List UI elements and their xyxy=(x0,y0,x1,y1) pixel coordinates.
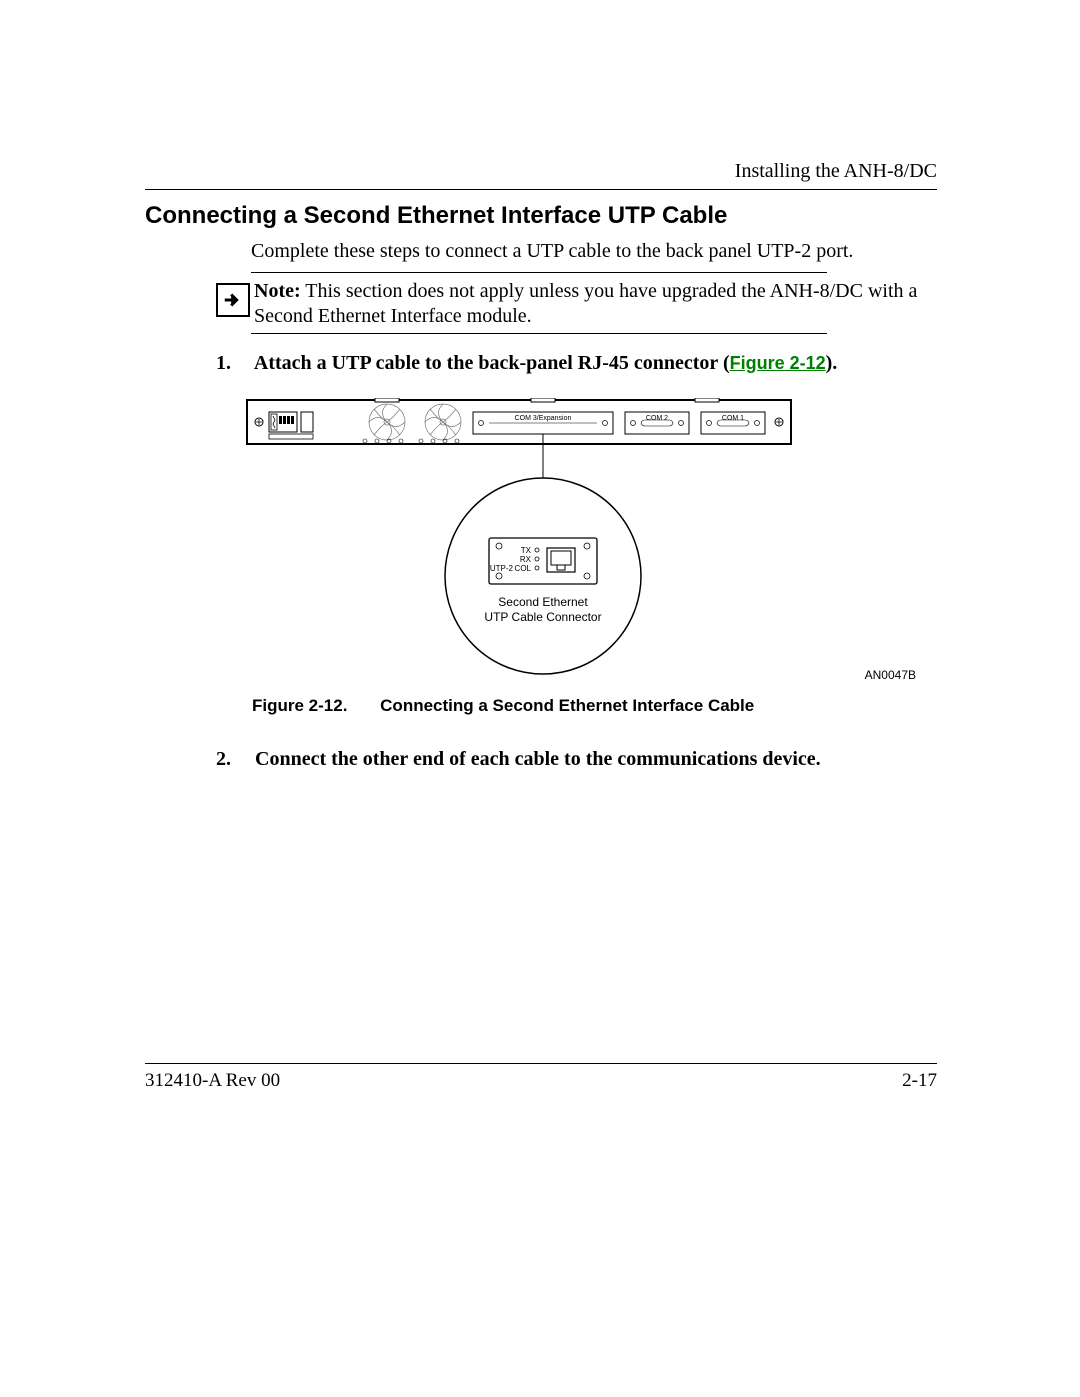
step-2: 2. Connect the other end of each cable t… xyxy=(216,748,937,771)
intro-paragraph: Complete these steps to connect a UTP ca… xyxy=(251,240,937,263)
step-2-number: 2. xyxy=(216,748,250,771)
doc-number: 312410-A Rev 00 xyxy=(145,1070,280,1092)
figure-diagram: COM 3/Expansion COM 2 COM 1 xyxy=(245,398,793,682)
com3-label: COM 3/Expansion xyxy=(515,415,572,422)
note-text: Note: This section does not apply unless… xyxy=(254,279,937,329)
note-label: Note: xyxy=(254,280,301,302)
section-heading: Connecting a Second Ethernet Interface U… xyxy=(145,202,727,230)
note-rule-bottom xyxy=(251,333,827,334)
document-page: Installing the ANH-8/DC Connecting a Sec… xyxy=(0,0,1080,1397)
step-1-number: 1. xyxy=(216,352,250,375)
step-1-tail: ). xyxy=(826,352,838,374)
page-number: 2-17 xyxy=(902,1070,937,1092)
figure-caption-number: Figure 2-12. xyxy=(252,696,347,715)
utp-col-label: COL xyxy=(515,564,532,573)
utp-rx-label: RX xyxy=(520,555,532,564)
utp-callout-1: Second Ethernet xyxy=(498,595,588,609)
com1-label: COM 1 xyxy=(722,415,744,422)
figure-caption-text: Connecting a Second Ethernet Interface C… xyxy=(380,696,754,715)
page-header: Installing the ANH-8/DC xyxy=(145,160,937,190)
figure-reference-link[interactable]: Figure 2-12 xyxy=(730,353,826,373)
step-1: 1. Attach a UTP cable to the back-panel … xyxy=(216,352,937,375)
figure-code: AN0047B xyxy=(865,668,916,682)
step-1-text: Attach a UTP cable to the back-panel RJ-… xyxy=(254,352,730,374)
utp2-label: UTP-2 xyxy=(490,564,514,573)
note-block: Note: This section does not apply unless… xyxy=(216,272,937,334)
com2-label: COM 2 xyxy=(646,415,668,422)
utp-callout-2: UTP Cable Connector xyxy=(484,610,601,624)
page-footer: 312410-A Rev 00 2-17 xyxy=(145,1063,937,1092)
step-2-text: Connect the other end of each cable to t… xyxy=(255,748,821,770)
note-arrow-icon xyxy=(216,283,250,317)
note-body: This section does not apply unless you h… xyxy=(254,280,917,327)
chapter-title: Installing the ANH-8/DC xyxy=(735,160,937,183)
figure-caption: Figure 2-12. Connecting a Second Etherne… xyxy=(252,696,754,716)
utp-tx-label: TX xyxy=(521,546,532,555)
